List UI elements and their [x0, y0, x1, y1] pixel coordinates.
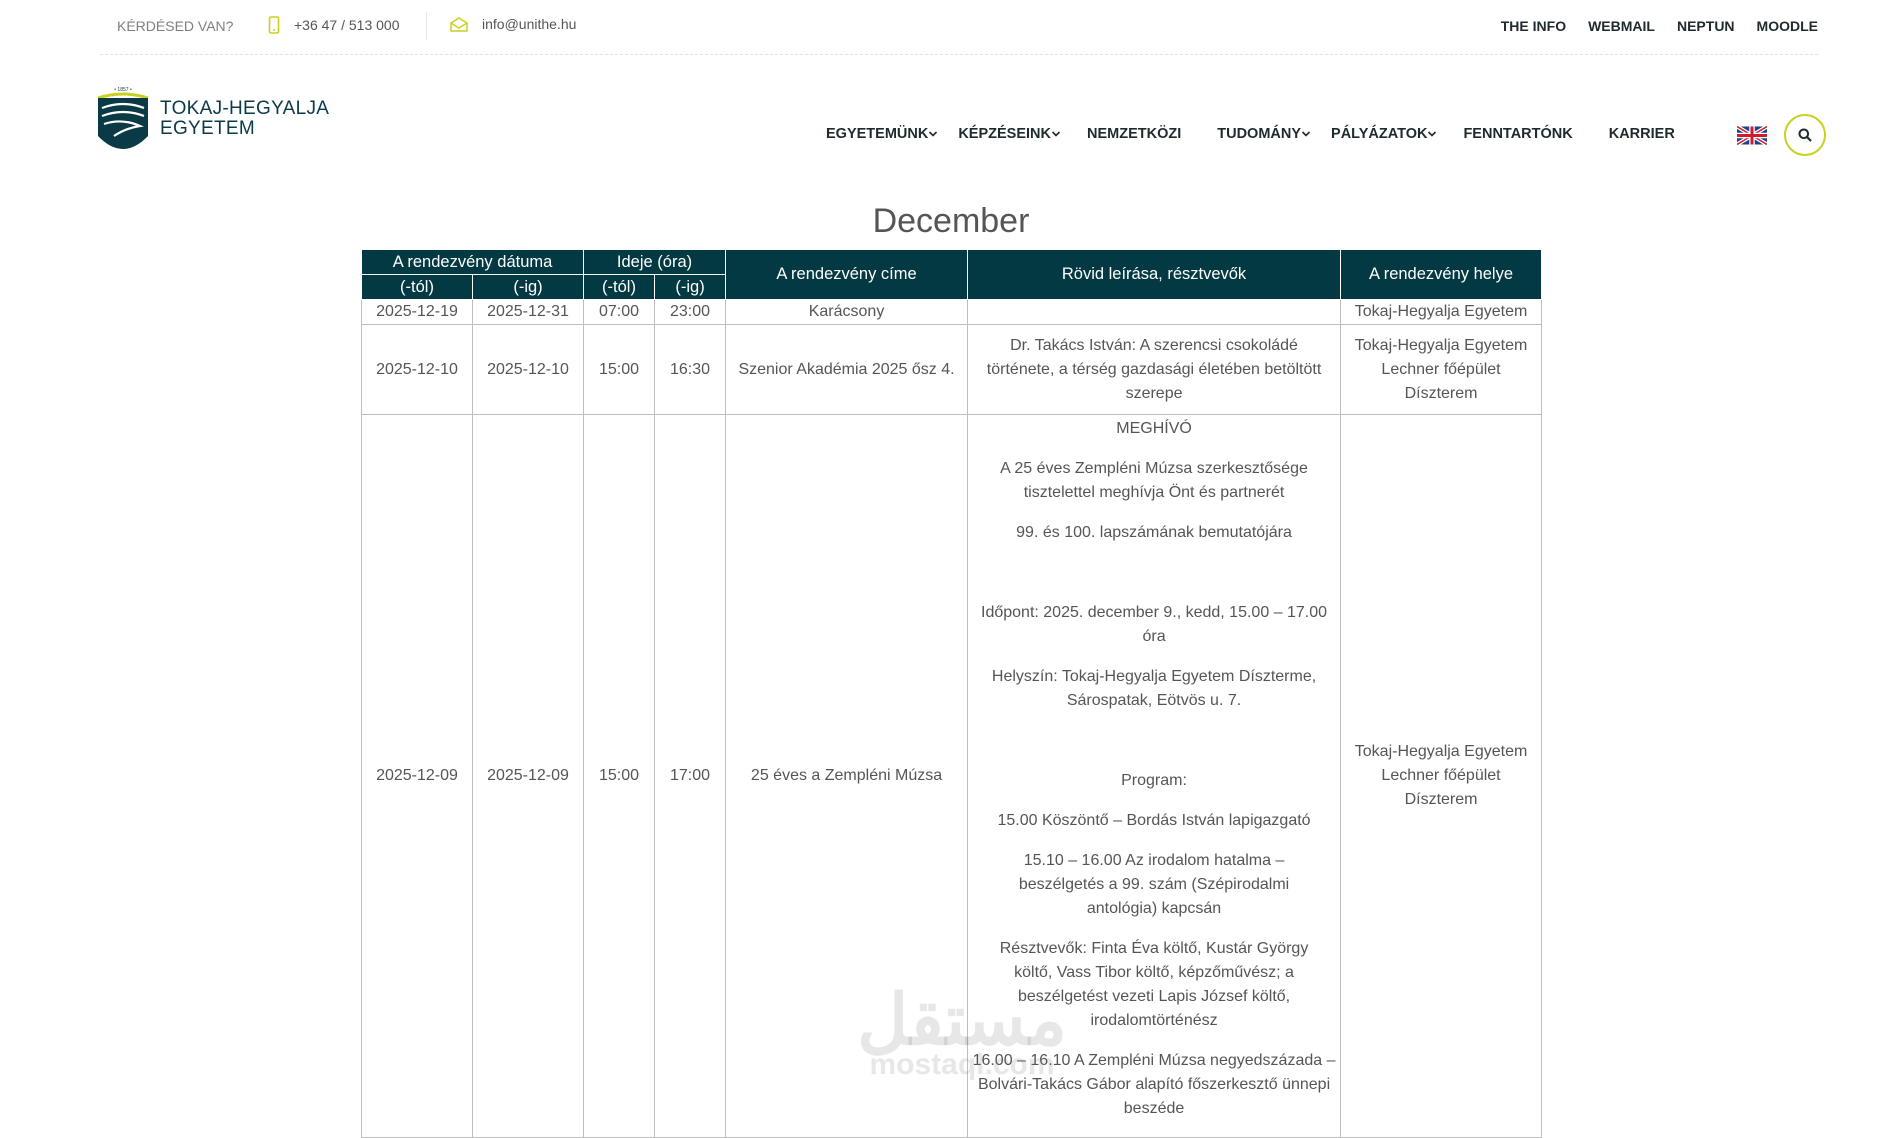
logo-text: TOKAJ-HEGYALJA EGYETEM: [160, 99, 329, 139]
event-place: Tokaj-Hegyalja Egyetem Lechner főépület …: [1340, 324, 1543, 415]
desc-paragraph: 99. és 100. lapszámának bemutatójára: [1016, 524, 1292, 541]
divider: [426, 12, 427, 40]
svg-text:2021: 2021: [117, 149, 128, 155]
table-row: 2025-12-19 2025-12-31 07:00 23:00 Karács…: [361, 299, 1543, 325]
nav-label: PÁLYÁZATOK: [1331, 126, 1428, 142]
header-place: A rendezvény helye: [1340, 249, 1543, 300]
chevron-down-icon: [1051, 131, 1061, 137]
question-label: KÉRDÉSED VAN?: [117, 18, 234, 34]
nav-label: EGYETEMÜNK: [826, 126, 929, 142]
header-title: A rendezvény címe: [725, 249, 969, 300]
logo[interactable]: • 1857 • 2021 TOKAJ-HEGYALJA EGYETEM: [92, 84, 342, 164]
logo-line-2: EGYETEM: [160, 118, 256, 139]
event-title: Szenior Akadémia 2025 ősz 4.: [725, 324, 969, 415]
top-link-moodle[interactable]: MOODLE: [1757, 18, 1818, 34]
desc-paragraph: MEGHÍVÓ: [1116, 420, 1192, 437]
header-time-from: (-tól): [583, 274, 656, 300]
chevron-down-icon: [1301, 131, 1311, 137]
nav-item-palyazatok[interactable]: PÁLYÁZATOK: [1331, 126, 1437, 142]
phone-icon: [268, 16, 280, 34]
header-description: Rövid leírása, résztvevők: [967, 249, 1342, 300]
watermark-sub: mostaql.com: [869, 1048, 1055, 1081]
nav-label: NEMZETKÖZI: [1087, 126, 1182, 142]
time-to: 16:30: [654, 324, 727, 415]
main-nav: EGYETEMÜNK KÉPZÉSEINK NEMZETKÖZI TUDOMÁN…: [826, 126, 1675, 142]
desc-paragraph: Időpont: 2025. december 9., kedd, 15.00 …: [981, 604, 1328, 645]
top-link-neptun[interactable]: NEPTUN: [1677, 18, 1735, 34]
date-from: 2025-12-09: [361, 414, 473, 1138]
month-heading: December: [872, 202, 1030, 240]
time-to: 17:00: [654, 414, 727, 1138]
table-row: 2025-12-10 2025-12-10 15:00 16:30 Szenio…: [361, 324, 1543, 415]
date-to: 2025-12-09: [471, 414, 585, 1138]
date-from: 2025-12-10: [361, 324, 473, 415]
phone-number: +36 47 / 513 000: [294, 17, 400, 33]
event-place: Tokaj-Hegyalja Egyetem: [1340, 299, 1543, 325]
time-to: 23:00: [654, 299, 727, 325]
header-date-from: (-tól): [361, 274, 473, 300]
nav-item-egyetemunk[interactable]: EGYETEMÜNK: [826, 126, 938, 142]
university-crest-icon: • 1857 • 2021: [97, 87, 149, 155]
uk-flag-icon[interactable]: [1737, 126, 1767, 145]
envelope-icon: [450, 16, 468, 32]
search-icon: [1798, 128, 1812, 142]
nav-item-kepzeseink[interactable]: KÉPZÉSEINK: [958, 126, 1061, 142]
event-place: Tokaj-Hegyalja Egyetem Lechner főépület …: [1340, 414, 1543, 1138]
nav-item-tudomany[interactable]: TUDOMÁNY: [1217, 126, 1311, 142]
time-from: 15:00: [583, 414, 656, 1138]
nav-label: FENNTARTÓNK: [1463, 126, 1573, 142]
event-description: [967, 299, 1342, 325]
desc-paragraph: Helyszín: Tokaj-Hegyalja Egyetem Díszter…: [991, 668, 1317, 709]
time-from: 07:00: [583, 299, 656, 325]
email-link[interactable]: info@unithe.hu: [450, 16, 576, 32]
date-from: 2025-12-19: [361, 299, 473, 325]
desc-paragraph: 15.00 Köszöntő – Bordás István lapigazga…: [997, 812, 1311, 829]
chevron-down-icon: [929, 131, 938, 137]
event-title: Karácsony: [725, 299, 969, 325]
top-bar: KÉRDÉSED VAN? +36 47 / 513 000 info@unit…: [100, 0, 1818, 55]
event-description: Dr. Takács István: A szerencsi csokoládé…: [967, 324, 1342, 415]
header-time-to: (-ig): [654, 274, 727, 300]
svg-text:• 1857 •: • 1857 •: [114, 87, 132, 93]
nav-item-fenntartonk[interactable]: FENNTARTÓNK: [1463, 126, 1572, 142]
nav-item-nemzetkozi[interactable]: NEMZETKÖZI: [1087, 126, 1181, 142]
watermark: مستقل mostaql.com: [842, 985, 1082, 1081]
nav-label: KARRIER: [1608, 126, 1675, 142]
desc-paragraph: Program:: [1121, 772, 1187, 789]
date-to: 2025-12-31: [471, 299, 585, 325]
phone-link[interactable]: +36 47 / 513 000: [268, 16, 400, 34]
top-link-the-info[interactable]: THE INFO: [1501, 18, 1566, 34]
header-date: A rendezvény dátuma: [360, 249, 585, 275]
top-link-webmail[interactable]: WEBMAIL: [1588, 18, 1655, 34]
date-to: 2025-12-10: [471, 324, 585, 415]
nav-label: KÉPZÉSEINK: [958, 126, 1051, 142]
header-date-to: (-ig): [471, 274, 585, 300]
nav-item-karrier[interactable]: KARRIER: [1609, 126, 1675, 142]
email-address: info@unithe.hu: [482, 16, 577, 32]
time-from: 15:00: [583, 324, 656, 415]
top-links: THE INFO WEBMAIL NEPTUN MOODLE: [1501, 18, 1818, 34]
search-button[interactable]: [1784, 114, 1826, 156]
logo-line-1: TOKAJ-HEGYALJA: [160, 98, 330, 119]
chevron-down-icon: [1428, 131, 1437, 137]
header-time: Ideje (óra): [583, 249, 727, 275]
nav-label: TUDOMÁNY: [1217, 126, 1302, 142]
desc-paragraph: 15.10 – 16.00 Az irodalom hatalma – besz…: [1018, 852, 1290, 917]
desc-paragraph: A 25 éves Zempléni Múzsa szerkesztősége …: [1000, 460, 1308, 501]
